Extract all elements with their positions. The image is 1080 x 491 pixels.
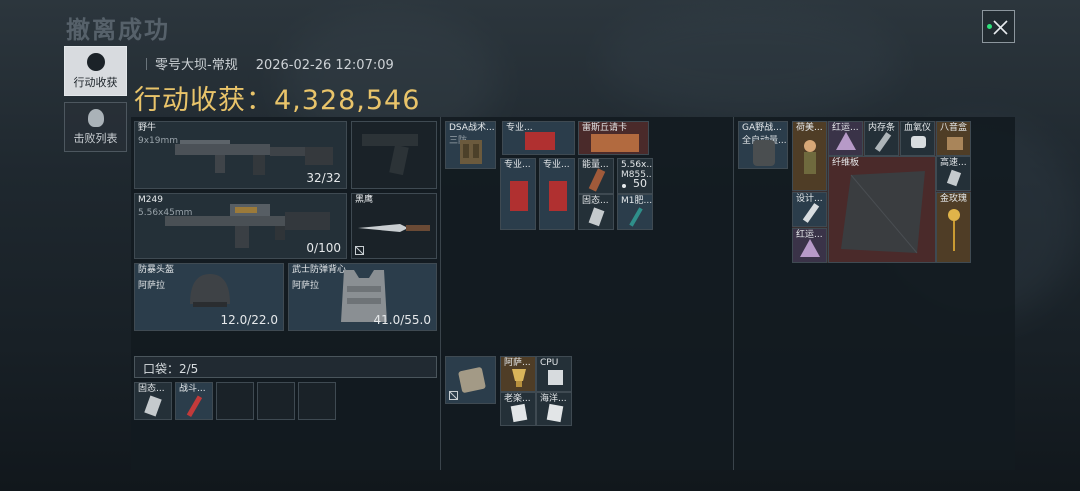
pocket-slot-4[interactable] — [257, 382, 295, 420]
pistol-icon — [362, 134, 418, 176]
document-icon — [510, 403, 528, 423]
tab-kills-label: 击败列表 — [73, 132, 118, 145]
pistol-slot[interactable] — [351, 121, 437, 189]
backpack-icon — [753, 140, 775, 166]
loot-value: 行动收获：4,328,546 — [134, 85, 421, 116]
match-info: 零号大坝-常规 2026-02-26 12:07:09 — [146, 54, 394, 73]
rig-item-slot[interactable]: 5.56x... M855... 50 — [617, 158, 653, 194]
backpack-item-slot[interactable]: 红运... — [828, 121, 863, 156]
pocket-slot-3[interactable] — [216, 382, 254, 420]
injector-icon — [186, 395, 203, 418]
rig-item-slot[interactable]: 专业... — [502, 121, 575, 155]
blueprint-icon — [802, 203, 820, 223]
pouch-item-slot[interactable]: 老楽... — [500, 392, 536, 426]
trophy-icon — [512, 369, 526, 387]
divider — [440, 117, 441, 470]
backpack-item-slot[interactable]: 内存条 — [864, 121, 899, 156]
divider — [733, 117, 734, 470]
backpack-item-slot[interactable]: 血氧仪 — [900, 121, 935, 156]
close-button[interactable] — [982, 10, 1015, 43]
divider — [146, 58, 147, 70]
rig-item-slot[interactable]: 雷斯丘请卡 — [578, 121, 649, 155]
rig-item-slot[interactable]: 能量... — [578, 158, 614, 194]
armor-durability: 41.0/55.0 — [373, 313, 431, 327]
backpack-item-slot[interactable]: 红运... — [792, 228, 827, 263]
map-name: 零号大坝-常规 — [155, 58, 238, 73]
no-sell-icon — [449, 391, 458, 400]
backpack-item-slot[interactable]: 荷美... — [792, 121, 827, 191]
circuit-board-icon — [510, 181, 528, 211]
ssd-icon — [588, 207, 605, 227]
melee-slot[interactable]: 黑鹰 — [351, 193, 437, 259]
rig-item-slot[interactable]: M1肥... — [617, 194, 653, 230]
figurine-icon — [804, 140, 816, 174]
rig-item-slot[interactable]: 固态... — [578, 194, 614, 230]
backpack-item-slot[interactable]: 设计... — [792, 192, 827, 227]
circuit-board-icon — [549, 181, 567, 211]
knife-icon — [358, 224, 430, 232]
page-title: 撤离成功 — [66, 16, 170, 44]
no-sell-icon — [355, 246, 364, 255]
primary-weapon-slot[interactable]: 野牛 9x19mm 32/32 — [134, 121, 347, 189]
armor-slot[interactable]: 武士防弹背心 阿萨拉 41.0/55.0 — [288, 263, 437, 331]
tab-loot[interactable]: 行动收获 — [64, 46, 127, 96]
chest-rig-icon — [460, 140, 482, 164]
pouch-slot[interactable] — [445, 356, 496, 404]
rig-item-slot[interactable]: 专业... — [539, 158, 575, 230]
badge-icon — [836, 132, 856, 150]
skull-icon — [87, 109, 104, 127]
pocket-slot-5[interactable] — [298, 382, 336, 420]
backpack-item-slot[interactable]: 金玫瑰 — [936, 192, 971, 263]
badge-icon — [800, 239, 820, 257]
ram-icon — [874, 132, 892, 152]
loot-icon — [86, 53, 105, 71]
tab-kills[interactable]: 击败列表 — [64, 102, 127, 152]
helmet-durability: 12.0/22.0 — [220, 313, 278, 327]
pouch-item-slot[interactable]: CPU — [536, 356, 572, 392]
rig-item-slot[interactable]: 专业... — [500, 158, 536, 230]
gold-rose-icon — [948, 209, 960, 251]
backpack-item-slot[interactable]: 纤维板 — [828, 156, 936, 263]
helmet-slot[interactable]: 防暴头盔 阿萨拉 12.0/22.0 — [134, 263, 284, 331]
secondary-weapon-slot[interactable]: M249 5.56x45mm 0/100 — [134, 193, 347, 259]
pocket-label: 口袋：2/5 — [143, 362, 199, 376]
music-box-icon — [947, 137, 963, 150]
drive-icon — [946, 169, 962, 187]
close-icon — [993, 20, 1008, 35]
cpu-icon — [548, 370, 563, 385]
pocket-slot-1[interactable]: 固态... — [134, 382, 172, 420]
backpack-slot[interactable]: GA野战... 全自动量... — [738, 121, 788, 169]
pocket-header: 口袋：2/5 — [134, 356, 437, 378]
circuit-board-icon — [525, 132, 555, 150]
primary-weapon-ammo: 32/32 — [306, 171, 341, 185]
backpack-item-slot[interactable]: 八音盒 — [936, 121, 971, 156]
letter-icon — [591, 134, 639, 152]
energy-bar-icon — [588, 168, 606, 192]
ssd-icon — [144, 395, 162, 417]
chest-rig-slot[interactable]: DSA战术... 三防... — [445, 121, 496, 169]
tab-loot-label: 行动收获 — [73, 76, 118, 89]
secondary-weapon-ammo: 0/100 — [306, 241, 341, 255]
document-icon — [546, 403, 564, 423]
rig-item-count: 50 — [633, 177, 647, 190]
oximeter-icon — [911, 136, 926, 148]
pouch-item-slot[interactable]: 阿萨... — [500, 356, 536, 392]
pocket-slot-2[interactable]: 战斗... — [175, 382, 213, 420]
ammo-dot-icon — [622, 184, 626, 188]
syringe-icon — [629, 207, 643, 227]
backpack-item-slot[interactable]: 高速... — [936, 156, 971, 191]
pouch-item-slot[interactable]: 海洋... — [536, 392, 572, 426]
fiber-board-icon — [841, 171, 925, 254]
match-time: 2026-02-26 12:07:09 — [255, 58, 394, 73]
